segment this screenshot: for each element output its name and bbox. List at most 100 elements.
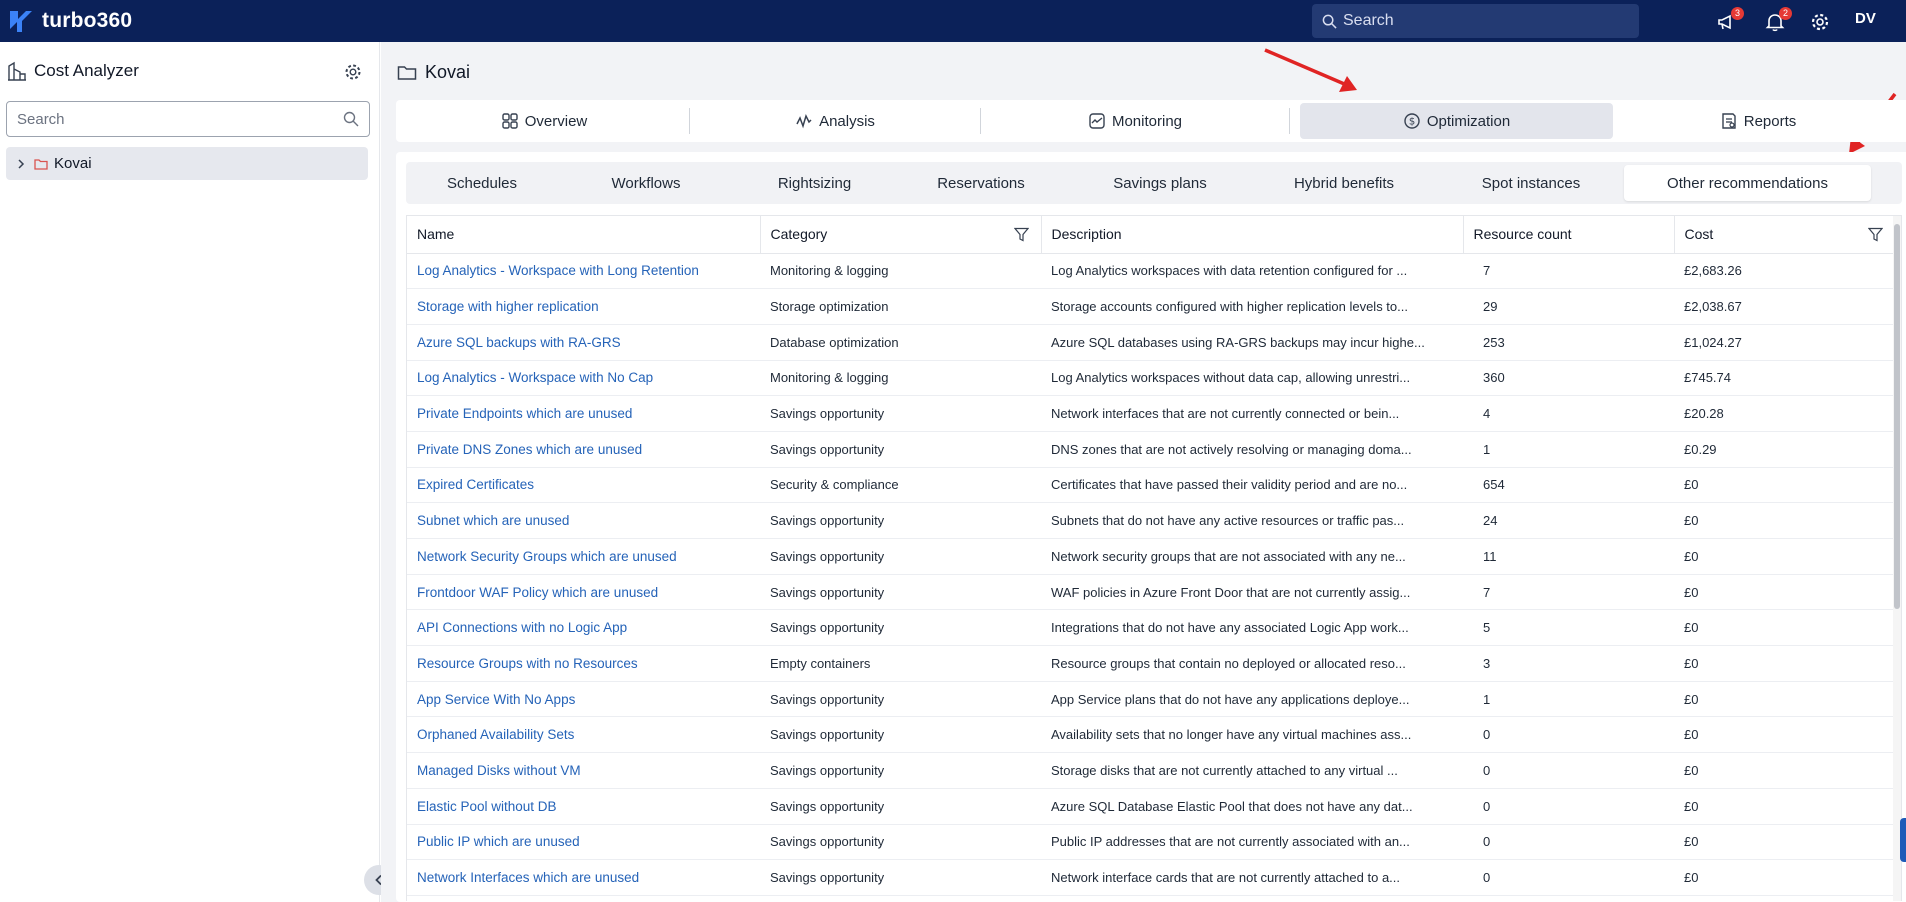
cell-name[interactable]: Orphaned Availability Sets bbox=[407, 716, 760, 754]
main-content: Kovai Overview Analysis Monitoring $ Opt… bbox=[381, 42, 1906, 902]
table-row[interactable]: Orphaned Availability Sets Savings opport… bbox=[407, 716, 1895, 754]
table-row[interactable]: Expired Certificates Security & complianc… bbox=[407, 467, 1895, 504]
cell-category: Savings opportunity bbox=[760, 609, 1041, 647]
column-header-description[interactable]: Description bbox=[1041, 216, 1464, 254]
cell-name[interactable]: Resource Groups with no Resources bbox=[407, 645, 760, 682]
svg-text:$: $ bbox=[1409, 117, 1415, 128]
tab-monitoring[interactable]: Monitoring bbox=[981, 103, 1289, 139]
subtab-rightsizing[interactable]: Rightsizing bbox=[737, 165, 892, 201]
sidebar-settings-icon[interactable] bbox=[343, 62, 363, 82]
cell-name[interactable]: App Service With No Apps bbox=[407, 681, 760, 718]
cost-analyzer-icon bbox=[8, 61, 26, 81]
cell-name[interactable]: API Connections with no Logic App bbox=[407, 609, 760, 647]
column-header-category[interactable]: Category bbox=[760, 216, 1042, 254]
user-avatar[interactable]: DV bbox=[1855, 10, 1876, 27]
table-row[interactable]: Log Analytics - Workspace with No Cap Mon… bbox=[407, 360, 1895, 397]
cell-cost: £2,683.26 bbox=[1674, 253, 1895, 290]
page-header: Kovai bbox=[397, 62, 470, 83]
filter-icon[interactable] bbox=[1013, 227, 1029, 242]
annotation-arrow-icon bbox=[1264, 48, 1357, 92]
cell-cost: £0.29 bbox=[1674, 431, 1895, 468]
table-row[interactable]: Azure SQL backups with RA-GRS Database op… bbox=[407, 324, 1895, 361]
feedback-side-tab[interactable] bbox=[1900, 818, 1906, 862]
table-row[interactable]: Private DNS Zones which are unused Saving… bbox=[407, 431, 1895, 468]
subtab-spot-instances[interactable]: Spot instances bbox=[1438, 165, 1624, 201]
column-header-name[interactable]: Name bbox=[407, 216, 761, 254]
cell-resource-count: 7 bbox=[1463, 253, 1674, 290]
table-row[interactable]: Resource Groups with no Resources Empty c… bbox=[407, 645, 1895, 682]
cell-resource-count: 253 bbox=[1463, 324, 1674, 361]
cell-name[interactable]: Log Analytics - Workspace with Long Rete… bbox=[407, 253, 760, 290]
subtab-reservations[interactable]: Reservations bbox=[892, 165, 1070, 201]
cell-resource-count: 3 bbox=[1463, 645, 1674, 682]
cell-category: Storage optimization bbox=[760, 288, 1041, 325]
subtab-label: Rightsizing bbox=[777, 174, 852, 192]
cell-name[interactable]: Subnet which are unused bbox=[407, 502, 760, 539]
announcements-button[interactable]: 3 bbox=[1714, 7, 1744, 35]
cell-name[interactable]: Public IP which are unused bbox=[407, 824, 760, 861]
table-row[interactable]: Elastic Pool without DB Savings opportuni… bbox=[407, 788, 1895, 825]
cell-description: Storage accounts configured with higher … bbox=[1041, 288, 1463, 325]
cell-name[interactable]: Private DNS Zones which are unused bbox=[407, 431, 760, 468]
notifications-badge: 2 bbox=[1779, 7, 1792, 20]
cell-description: App Service plans that do not have any a… bbox=[1041, 681, 1463, 718]
subtab-label: Hybrid benefits bbox=[1293, 174, 1395, 192]
cell-description: WAF policies in Azure Front Door that ar… bbox=[1041, 574, 1463, 611]
recommendations-table: Name Category Description Resource count… bbox=[406, 215, 1902, 901]
table-row[interactable]: App Service With No Apps Savings opportun… bbox=[407, 681, 1895, 718]
cell-name[interactable]: Frontdoor WAF Policy which are unused bbox=[407, 574, 760, 611]
table-row[interactable]: API Connections with no Logic App Savings… bbox=[407, 609, 1895, 647]
tab-optimization[interactable]: $ Optimization bbox=[1300, 103, 1613, 139]
cell-resource-count: 11 bbox=[1463, 538, 1674, 575]
sidebar-search-input[interactable] bbox=[17, 110, 343, 128]
table-row[interactable]: Network Security Groups which are unused… bbox=[407, 538, 1895, 575]
reports-icon bbox=[1722, 113, 1736, 129]
subtab-schedules[interactable]: Schedules bbox=[409, 165, 555, 201]
cell-cost: £1,024.27 bbox=[1674, 324, 1895, 361]
cell-cost: £0 bbox=[1674, 681, 1895, 718]
brand-logo[interactable]: turbo360 bbox=[8, 0, 132, 42]
tab-overview[interactable]: Overview bbox=[399, 103, 689, 139]
subtab-label: Spot instances bbox=[1481, 174, 1581, 192]
page-title: Kovai bbox=[425, 62, 471, 82]
table-row[interactable]: Private Endpoints which are unused Saving… bbox=[407, 395, 1895, 432]
cell-name[interactable]: Network Interfaces which are unused bbox=[407, 859, 760, 896]
cell-name[interactable]: Network Security Groups which are unused bbox=[407, 538, 760, 575]
cell-name[interactable]: Elastic Pool without DB bbox=[407, 788, 760, 825]
tab-reports[interactable]: Reports bbox=[1613, 103, 1903, 139]
table-row[interactable]: Storage with higher replication Storage o… bbox=[407, 288, 1895, 325]
tab-analysis[interactable]: Analysis bbox=[690, 103, 980, 139]
global-search[interactable] bbox=[1312, 4, 1639, 38]
search-icon bbox=[343, 111, 359, 127]
column-header-cost[interactable]: Cost bbox=[1674, 216, 1895, 254]
cell-name[interactable]: Log Analytics - Workspace with No Cap bbox=[407, 360, 760, 397]
table-row[interactable]: Subnet which are unused Savings opportuni… bbox=[407, 502, 1895, 539]
subtab-savings-plans[interactable]: Savings plans bbox=[1070, 165, 1250, 201]
table-row[interactable]: Network Interfaces which are unused Savin… bbox=[407, 859, 1895, 896]
cell-name[interactable]: Expired Certificates bbox=[407, 467, 760, 504]
subtab-hybrid-benefits[interactable]: Hybrid benefits bbox=[1250, 165, 1438, 201]
cell-name[interactable]: Storage with higher replication bbox=[407, 288, 760, 325]
table-row[interactable]: Log Analytics - Workspace with Long Rete… bbox=[407, 253, 1895, 290]
cell-name[interactable]: Managed Disks without VM bbox=[407, 752, 760, 789]
chevron-right-icon[interactable] bbox=[14, 157, 28, 171]
notifications-button[interactable]: 2 bbox=[1762, 7, 1792, 35]
filter-icon[interactable] bbox=[1868, 227, 1883, 242]
tab-label: Analysis bbox=[819, 112, 875, 130]
cell-category: Savings opportunity bbox=[760, 752, 1041, 789]
subtab-workflows[interactable]: Workflows bbox=[555, 165, 737, 201]
table-row[interactable]: Public IP which are unused Savings opport… bbox=[407, 824, 1895, 861]
sidebar-search[interactable] bbox=[6, 101, 370, 137]
cell-name[interactable]: Azure SQL backups with RA-GRS bbox=[407, 324, 760, 361]
table-row[interactable]: Managed Disks without VM Savings opportun… bbox=[407, 752, 1895, 789]
global-search-input[interactable] bbox=[1343, 12, 1623, 30]
scrollbar-thumb[interactable] bbox=[1894, 224, 1900, 609]
cell-category: Savings opportunity bbox=[760, 574, 1041, 611]
subtab-other-recommendations[interactable]: Other recommendations bbox=[1624, 165, 1871, 201]
tree-item-kovai[interactable]: Kovai bbox=[6, 147, 368, 180]
table-scrollbar[interactable] bbox=[1893, 216, 1901, 901]
settings-button[interactable] bbox=[1807, 9, 1833, 35]
table-row[interactable]: Frontdoor WAF Policy which are unused Sav… bbox=[407, 574, 1895, 611]
column-header-resource-count[interactable]: Resource count bbox=[1463, 216, 1675, 254]
cell-name[interactable]: Private Endpoints which are unused bbox=[407, 395, 760, 432]
